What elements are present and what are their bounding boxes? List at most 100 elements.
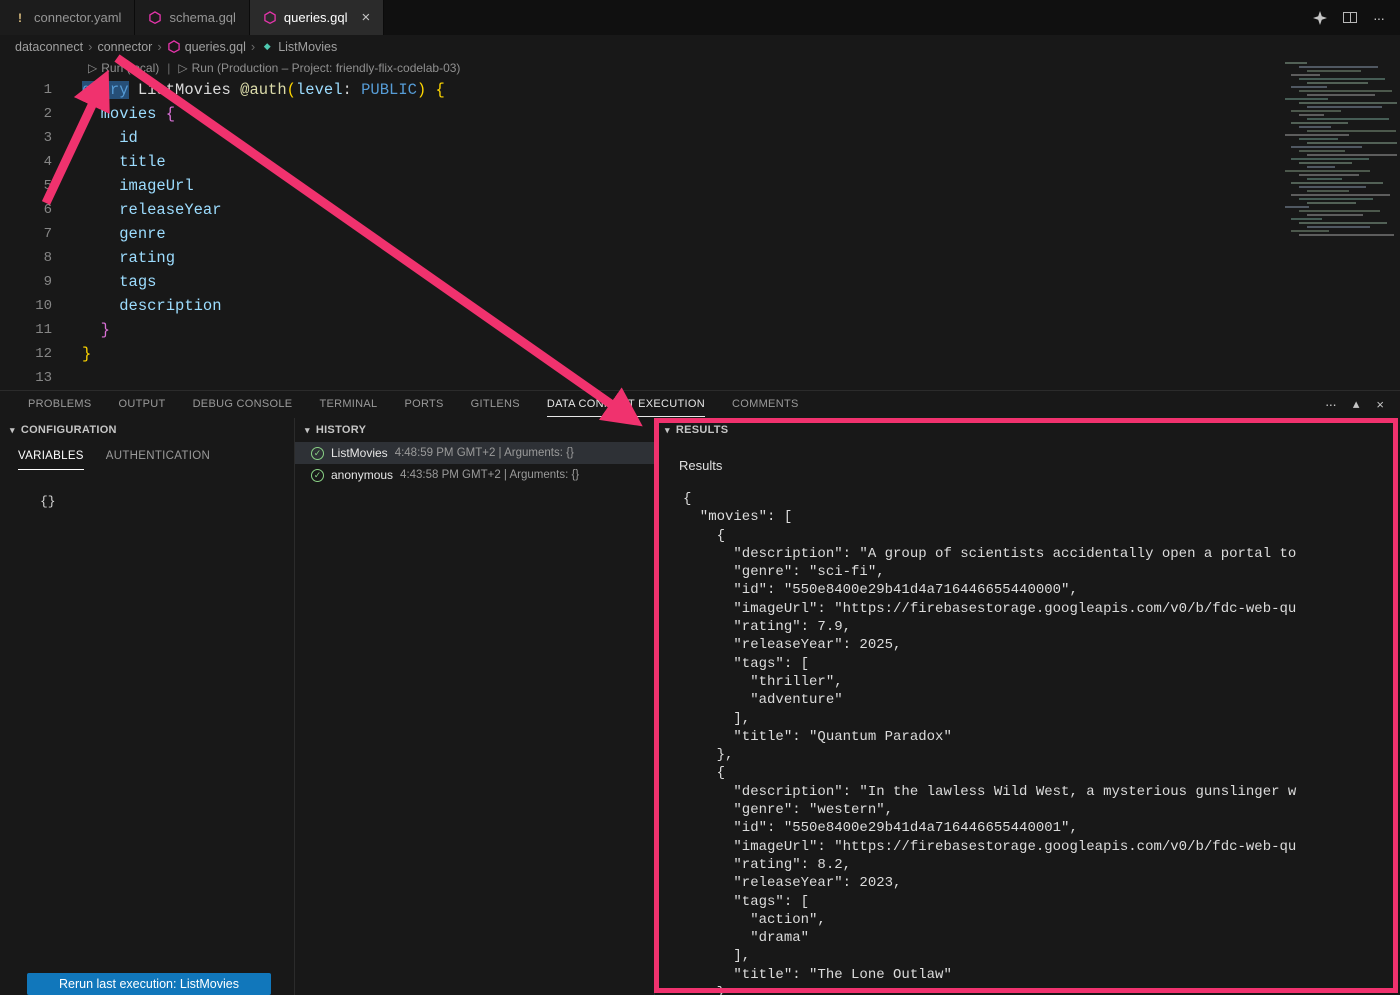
run-production-link[interactable]: ▷ Run (Production – Project: friendly-fl…: [178, 61, 460, 75]
run-production-label: Run (Production – Project: friendly-flix…: [192, 61, 461, 75]
results-pane: ▾ RESULTS Results { "movies": [ { "descr…: [655, 418, 1400, 995]
more-actions-icon[interactable]: ···: [1373, 10, 1384, 26]
history-item-name: ListMovies: [331, 446, 388, 460]
check-circle-icon: ✓: [311, 469, 324, 482]
results-header[interactable]: ▾ RESULTS: [655, 418, 1400, 442]
code-text: releaseYear: [82, 198, 222, 222]
breadcrumb-item-connector[interactable]: connector: [97, 40, 152, 54]
code-line: 12}: [0, 342, 1400, 366]
chevron-down-icon: ▾: [10, 425, 15, 436]
tab-label: connector.yaml: [34, 10, 121, 25]
results-title: RESULTS: [676, 424, 729, 436]
results-json-line: "movies": [: [683, 508, 1400, 526]
variables-value[interactable]: {}: [40, 494, 294, 509]
results-json-line: "rating": 7.9,: [683, 618, 1400, 636]
panel-maximize-icon[interactable]: ▴: [1353, 396, 1360, 412]
results-json-line: "genre": "western",: [683, 801, 1400, 819]
code-line: 13: [0, 366, 1400, 390]
code-line: 11 }: [0, 318, 1400, 342]
warning-icon: !: [13, 11, 27, 25]
panel-tab-comments[interactable]: COMMENTS: [732, 391, 799, 417]
history-item-anonymous[interactable]: ✓anonymous4:43:58 PM GMT+2 | Arguments: …: [295, 464, 654, 486]
code-text: query ListMovies @auth(level: PUBLIC) {: [82, 78, 445, 102]
panel-tab-output[interactable]: OUTPUT: [119, 391, 166, 417]
line-number: 7: [0, 222, 52, 246]
chevron-down-icon: ▾: [665, 425, 670, 436]
results-json-line: "description": "A group of scientists ac…: [683, 545, 1400, 563]
code-editor[interactable]: ▷ Run (local) | ▷ Run (Production – Proj…: [0, 58, 1400, 390]
run-icon: ▷: [88, 61, 97, 75]
panel-tab-debug-console[interactable]: DEBUG CONSOLE: [193, 391, 293, 417]
line-number: 12: [0, 342, 52, 366]
panel-tabs: PROBLEMS OUTPUT DEBUG CONSOLE TERMINAL PORTS…: [0, 391, 799, 417]
configuration-title: CONFIGURATION: [21, 424, 117, 436]
history-header[interactable]: ▾ HISTORY: [295, 418, 654, 442]
history-item-listmovies[interactable]: ✓ListMovies4:48:59 PM GMT+2 | Arguments:…: [295, 442, 654, 464]
tab-strip: ! connector.yaml schema.gql queries.gql ×: [0, 0, 384, 35]
code-text: imageUrl: [82, 174, 194, 198]
graphql-icon: [167, 40, 181, 54]
check-circle-icon: ✓: [311, 447, 324, 460]
config-tab-authentication[interactable]: AUTHENTICATION: [106, 450, 210, 470]
panel-close-icon[interactable]: ×: [1376, 397, 1384, 412]
tab-connector-yaml[interactable]: ! connector.yaml: [0, 0, 135, 35]
results-json-line: ],: [683, 710, 1400, 728]
results-json: { "movies": [ { "description": "A group …: [683, 490, 1400, 995]
panel-tab-bar: PROBLEMS OUTPUT DEBUG CONSOLE TERMINAL PORTS…: [0, 391, 1400, 417]
line-number: 6: [0, 198, 52, 222]
breadcrumb: dataconnect›connector›queries.gql›◆ListM…: [0, 35, 1400, 58]
code-line: 5 imageUrl: [0, 174, 1400, 198]
results-json-line: "drama": [683, 929, 1400, 947]
panel-more-actions-icon[interactable]: ···: [1325, 396, 1336, 412]
results-json-line: "imageUrl": "https://firebasestorage.goo…: [683, 838, 1400, 856]
line-number: 10: [0, 294, 52, 318]
tab-schema-gql[interactable]: schema.gql: [135, 0, 249, 35]
configuration-pane: ▾ CONFIGURATION VARIABLESAUTHENTICATION …: [0, 418, 295, 995]
code-text: genre: [82, 222, 166, 246]
code-line: 8 rating: [0, 246, 1400, 270]
panel-tab-terminal[interactable]: TERMINAL: [319, 391, 377, 417]
results-json-line: {: [683, 490, 1400, 508]
code-text: }: [82, 342, 91, 366]
breadcrumb-item-listmovies[interactable]: ◆ListMovies: [260, 40, 337, 54]
graphql-icon: [263, 11, 277, 25]
tab-queries-gql[interactable]: queries.gql ×: [250, 0, 384, 35]
results-json-line: "rating": 8.2,: [683, 856, 1400, 874]
code-line: 4 title: [0, 150, 1400, 174]
code-line: 2 movies {: [0, 102, 1400, 126]
panel-tab-data-connect-execution[interactable]: DATA CONNECT EXECUTION: [547, 391, 705, 417]
line-number: 13: [0, 366, 52, 390]
tab-label: queries.gql: [284, 10, 348, 25]
split-editor-icon[interactable]: [1343, 12, 1357, 23]
panel-tab-gitlens[interactable]: GITLENS: [471, 391, 520, 417]
breadcrumb-item-queries-gql[interactable]: queries.gql: [167, 40, 246, 54]
panel-tab-ports[interactable]: PORTS: [404, 391, 443, 417]
copilot-sparkle-icon[interactable]: [1313, 11, 1327, 25]
config-tab-variables[interactable]: VARIABLES: [18, 450, 84, 470]
results-json-line: "thriller",: [683, 673, 1400, 691]
results-json-line: "description": "In the lawless Wild West…: [683, 783, 1400, 801]
rerun-button[interactable]: Rerun last execution: ListMovies: [27, 973, 271, 995]
code-text: id: [82, 126, 138, 150]
configuration-header[interactable]: ▾ CONFIGURATION: [0, 418, 294, 442]
editor-actions: ···: [1313, 0, 1400, 35]
minimap[interactable]: [1283, 60, 1397, 248]
breadcrumb-label: connector: [97, 40, 152, 54]
results-subtitle: Results: [679, 458, 1400, 473]
panel-tab-problems[interactable]: PROBLEMS: [28, 391, 92, 417]
breadcrumb-label: dataconnect: [15, 40, 83, 54]
code-line: 9 tags: [0, 270, 1400, 294]
codelens: ▷ Run (local) | ▷ Run (Production – Proj…: [0, 58, 1400, 78]
results-json-line: "adventure": [683, 691, 1400, 709]
breadcrumb-separator-icon: ›: [88, 39, 92, 54]
line-number: 8: [0, 246, 52, 270]
line-number: 11: [0, 318, 52, 342]
run-local-link[interactable]: ▷ Run (local): [88, 61, 159, 75]
breadcrumb-item-dataconnect[interactable]: dataconnect: [15, 40, 83, 54]
tab-label: schema.gql: [169, 10, 235, 25]
close-icon[interactable]: ×: [362, 10, 371, 25]
code-line: 10 description: [0, 294, 1400, 318]
results-json-line: ],: [683, 947, 1400, 965]
line-number: 4: [0, 150, 52, 174]
results-json-line: "id": "550e8400e29b41d4a716446655440000"…: [683, 581, 1400, 599]
